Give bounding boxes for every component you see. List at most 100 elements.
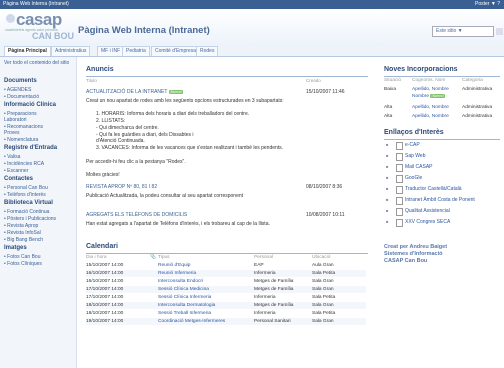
table-row[interactable]: 18/10/2007 14:00 Interconsulta Dermatolo… [86,302,366,309]
anunci-title-2[interactable]: REVISTA APROP Nº 80, 81 I 82 [86,184,157,190]
sidebar-item-personal[interactable]: • Personal Can Bou [4,185,48,191]
bullet-icon: ■ [386,142,389,147]
link-item[interactable]: ■ e-CAP [384,141,500,150]
cal-date: 17/10/2007 14:00 [86,295,124,300]
sidebar-heading-informacio-clinica[interactable]: Informació Clínica [4,102,56,108]
link-item[interactable]: ■ Intranet Àmbit Costa de Ponent [384,196,500,205]
cal-type-link[interactable]: Coordinació Metges-Infermeres [158,318,225,325]
table-row[interactable]: 18/10/2007 14:00 Sessió Treball Infermer… [86,310,366,317]
sidebar-heading-biblioteca[interactable]: Biblioteca Virtual [4,200,53,206]
link-label[interactable]: Sap Web [405,152,425,160]
sidebar-item-fotos-cliniques[interactable]: • Fotos Clíniques [4,261,42,267]
table-row[interactable]: 15/10/2007 14:00 Reunió d'Equip EAP Aula… [86,262,366,269]
anunci-body-3: Moltes gràcies! [86,172,120,178]
cal-type-link[interactable]: Sessió Clínica Infermeria [158,294,211,301]
document-icon [396,219,403,227]
table-row[interactable]: 16/10/2007 14:00 Reunió Infermeria Infer… [86,270,366,277]
sidebar-item-posters[interactable]: • Pòsters i Publicacions [4,216,56,222]
link-label[interactable]: Mail CASAP [405,163,433,171]
link-item[interactable]: ■ GooGle [384,174,500,183]
anuncis-divider [86,76,368,77]
sidebar-heading-registre[interactable]: Registre d'Entrada [4,145,57,151]
cal-personal: EAP [254,263,264,268]
sidebar-item-documentacio[interactable]: • Documentació [4,94,39,100]
document-icon [396,186,403,194]
sidebar-heading-contactes[interactable]: Contactes [4,176,33,182]
sidebar-heading-imatges[interactable]: Imatges [4,245,27,251]
table-row[interactable]: 17/10/2007 14:00 Sessió Clínica Infermer… [86,294,366,301]
anunci-title-1-text[interactable]: ACTUALITZACIÓ DE LA INTRANET [86,89,167,95]
link-label[interactable]: XXV Congres SECA [405,218,450,226]
new-badge: ¡Nuevo! [168,90,183,94]
link-item[interactable]: ■ Traductor Castellà/Català [384,185,500,194]
sidebar-item-telefons[interactable]: • Telèfons d'interès [4,192,46,198]
tab-pediatria[interactable]: Pediatria [122,46,150,56]
cal-personal: Metges de Família [254,279,294,284]
table-row[interactable]: 17/10/2007 14:00 Sessió Clínica Medicina… [86,286,366,293]
link-item[interactable]: ■ XXV Congres SECA [384,218,500,227]
cal-type-link[interactable]: Interconsulta Dermatologia [158,302,215,309]
noves-divider [384,76,500,77]
link-label[interactable]: Qualitat Assistencial [405,207,450,215]
sidebar-item-nomenclatura[interactable]: • Nomenclatura [4,137,38,143]
noves-nom-link[interactable]: Apellido, Nombre Nombre ¡Nuevo! [412,87,449,100]
logo-mark-icon [6,14,15,23]
casap-logo[interactable]: casap castelldefels agents salut primàri… [4,10,76,41]
search-go-icon[interactable] [496,28,503,35]
anuncis-title: Anuncis [86,66,114,73]
site-select-label[interactable]: Este sitio ▼ [433,28,463,34]
sidebar-item-preparacions-2[interactable]: Laboratori [4,117,27,123]
sidebar-item-infosal[interactable]: • Revista InfoSal [4,230,41,236]
sidebar-heading-documents[interactable]: Documents [4,78,37,84]
cal-type-link[interactable]: Reunió Infermeria [158,270,196,277]
sidebar-item-recomanacions-2[interactable]: Proves [4,130,20,136]
cal-type-link[interactable]: Sessió Clínica Medicina [158,286,209,293]
table-row[interactable]: 19/10/2007 14:00 Coordinació Metges-Infe… [86,318,366,325]
link-label[interactable]: GooGle [405,174,422,182]
tab-administratius[interactable]: Administratius [51,46,91,56]
view-all-content-link[interactable]: Ver todo el contenido del sitio [4,60,72,66]
link-item[interactable]: ■ Mail CASAP [384,163,500,172]
table-row[interactable]: Alta Apellido, Nombre Administrativa [384,114,500,124]
cal-type-link[interactable]: Sessió Treball Infermeria [158,310,211,317]
link-label[interactable]: Intranet Àmbit Costa de Ponent [405,196,475,204]
sidebar-item-escanner[interactable]: • Escanner [4,168,28,174]
table-row[interactable]: Baixa Apellido, Nombre Nombre ¡Nuevo! Adm… [384,87,500,100]
site-search-select[interactable]: Este sitio ▼ [432,26,503,37]
anunci-body-1: Creat un nou apartat de rodes amb les se… [86,98,284,104]
tab-comite-empresa[interactable]: Comitè d'Empresa [151,46,200,56]
noves-nom-link[interactable]: Apellido, Nombre [412,105,449,110]
cal-location: Sala Petita [312,311,336,316]
link-label[interactable]: Traductor Castellà/Català [405,185,462,193]
anunci-body-2: Per accedir-hi feu clic a la pestanya "R… [86,159,186,165]
anuncis-col-title: Titulo [86,78,97,83]
table-row[interactable]: 16/10/2007 14:00 Interconsulta Endocri M… [86,278,366,285]
cal-location: Sala Gran [312,279,334,284]
sidebar-item-formacio[interactable]: • Formació Continua [4,209,49,215]
anunci-title-3[interactable]: AGREGATS ELS TELÈFONS DE DOMICILIS [86,212,187,218]
sidebar-item-bigbang[interactable]: • Big Bang Bench [4,237,43,243]
sidebar-item-fotos-canbou[interactable]: • Fotos Can Bou [4,254,41,260]
sidebar-item-valisa[interactable]: • Valisa [4,154,20,160]
link-label[interactable]: e-CAP [405,141,420,149]
sidebar-item-incidencies[interactable]: • Incidències RCA [4,161,44,167]
cal-col-personal: Personal [254,255,273,260]
link-item[interactable]: ■ Qualitat Assistencial [384,207,500,216]
cal-type-link[interactable]: Interconsulta Endocri [158,278,203,285]
tab-rodes[interactable]: Rodes [196,46,219,56]
cal-type-link[interactable]: Reunió d'Equip [158,262,190,269]
sidebar-item-aprop[interactable]: • Revista Aprop [4,223,38,229]
user-menu[interactable]: Poster ▼ ? [475,0,500,9]
tab-pagina-principal[interactable]: Pàgina Principal [4,46,51,56]
bullet-icon: ■ [386,175,389,180]
bullet-icon: ■ [386,164,389,169]
noves-nom-link[interactable]: Apellido, Nombre [412,114,449,119]
link-item[interactable]: ■ Sap Web [384,152,500,161]
cal-personal: Infermeria [254,271,276,276]
tab-mf-inf[interactable]: MF i INF [97,46,125,56]
sidebar-item-agendes[interactable]: • AGENDES [4,87,31,93]
anunci-title-1[interactable]: ACTUALITZACIÓ DE LA INTRANET ¡Nuevo! [86,89,183,95]
cal-location: Sala Gran [312,303,334,308]
bullet-icon: ■ [386,219,389,224]
document-icon [396,153,403,161]
